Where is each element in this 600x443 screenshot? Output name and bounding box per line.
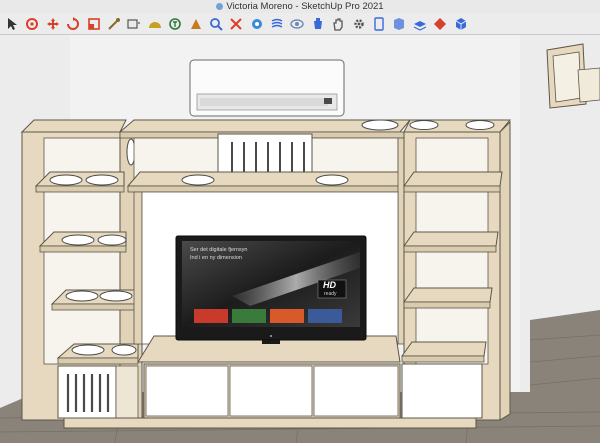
protractor-icon [148,21,161,28]
look-around-tool[interactable] [289,16,305,32]
zoom-extents-tool[interactable] [228,16,244,32]
select-tool[interactable] [4,16,20,32]
rotate-tool[interactable] [65,16,81,32]
gear-icon [353,18,364,29]
dimension-tool[interactable] [126,16,142,32]
scale-icon [87,17,100,30]
window-title-bar: Victoria Moreno - SketchUp Pro 2021 [0,0,600,13]
orbit-icon [26,17,39,30]
air-conditioner[interactable] [189,59,345,117]
rotate-icon [67,16,80,30]
eye-icon [290,18,305,29]
layers-tool[interactable] [412,16,428,32]
warehouse-icon [434,17,447,30]
pan-tool[interactable] [330,16,346,32]
move-icon [46,17,59,30]
position-camera-tool[interactable] [249,16,265,32]
component-icon [374,16,384,31]
text-icon [169,17,181,30]
document-icon [216,3,224,10]
section-tool[interactable] [188,16,204,32]
camera-icon [251,18,262,29]
cube-icon [455,17,466,30]
text-tool[interactable] [167,16,183,32]
tape-tool[interactable] [106,16,122,32]
warehouse-tool[interactable] [432,16,448,32]
protractor-tool[interactable] [147,16,163,32]
walk-tool[interactable] [269,16,285,32]
arrow-icon [8,17,17,30]
right-tower-unit[interactable] [401,119,512,421]
components-tool[interactable] [371,16,387,32]
zoom-icon [210,17,223,31]
hand-icon [333,17,343,31]
scale-tool[interactable] [86,16,102,32]
model-scene[interactable] [0,35,600,443]
settings-tool[interactable] [351,16,367,32]
move-tool[interactable] [45,16,61,32]
zoom-tool[interactable] [208,16,224,32]
tv-screen-line1: Ser det digitale fjernsyn [190,247,248,253]
paint-tool[interactable] [310,16,326,32]
window-title: Victoria Moreno - SketchUp Pro 2021 [226,1,384,12]
3d-viewport[interactable]: Ser det digitale fjernsyn Ind i en ny di… [0,35,600,443]
walk-icon [271,18,283,28]
dimension-icon [127,18,141,29]
extension-tool[interactable] [453,16,469,32]
styles-icon [394,17,405,30]
hd-badge-label: HD [323,280,336,290]
tv-screen-line2: Ind i en ny dimension [190,255,242,261]
orbit-tool[interactable] [24,16,40,32]
cabinet-plinth [63,417,477,429]
left-tower-unit[interactable] [20,119,143,421]
zoom-extents-icon [230,17,243,30]
bucket-icon [313,17,322,29]
hd-badge-sublabel: ready [324,291,337,297]
main-toolbar [0,13,600,35]
tape-icon [108,17,120,30]
layers-icon [413,20,427,31]
section-icon [190,18,201,29]
styles-tool[interactable] [391,16,407,32]
